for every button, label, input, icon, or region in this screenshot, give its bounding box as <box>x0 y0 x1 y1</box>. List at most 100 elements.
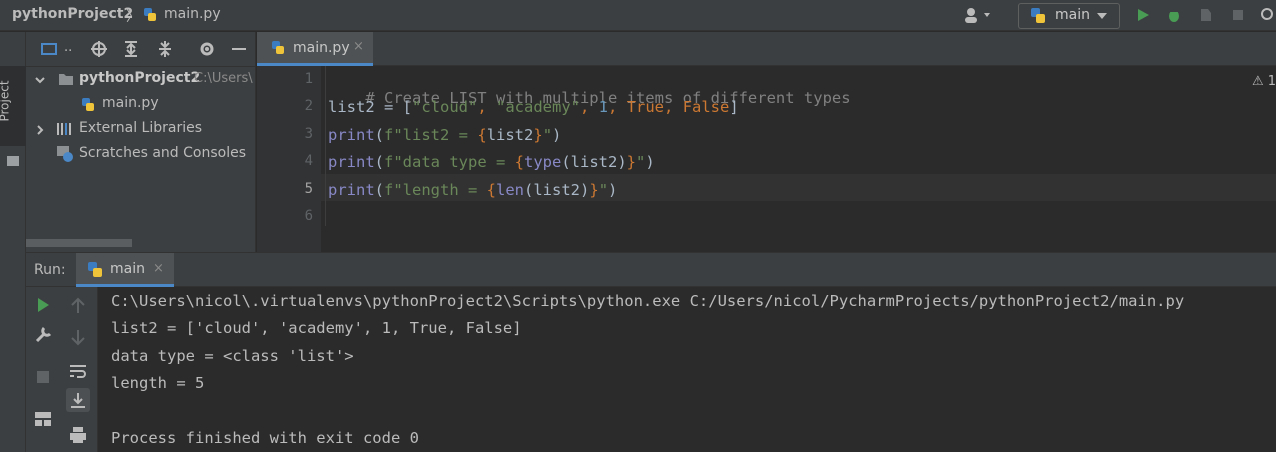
tree-item-path: C:\Users\ <box>194 71 253 86</box>
horizontal-scrollbar[interactable] <box>26 239 132 247</box>
inspection-warning-badge[interactable]: ⚠ 1 <box>1252 74 1276 89</box>
tab-main-py[interactable]: main.py × <box>257 32 373 66</box>
tree-item-label: main.py <box>102 95 159 111</box>
code-builtin: print <box>328 181 375 199</box>
tab-label: main.py <box>293 40 350 56</box>
search-icon[interactable] <box>1260 7 1276 23</box>
user-icon <box>965 8 990 23</box>
project-panel: .. pythonProject2 C:\Users\ main.py Exte… <box>26 32 256 252</box>
line-number-gutter: 1 2 3 4 5 6 <box>257 66 321 252</box>
expand-all-icon[interactable] <box>122 40 140 58</box>
soft-wrap-icon[interactable] <box>68 361 88 381</box>
scratches-icon <box>57 146 73 162</box>
line-number: 3 <box>304 126 313 142</box>
console-line: list2 = ['cloud', 'academy', 1, True, Fa… <box>111 319 522 337</box>
code-builtin: len <box>496 181 525 199</box>
navigation-bar: pythonProject2 〉 main.py main <box>0 0 1276 31</box>
code-builtin: type <box>524 153 562 171</box>
debug-icon[interactable] <box>1166 7 1182 23</box>
code-builtin: print <box>328 126 375 144</box>
code-keyword: True <box>626 98 665 116</box>
run-panel-header: Run: main × <box>26 252 1276 287</box>
locate-icon[interactable] <box>90 40 108 58</box>
code-fstring: f"length = <box>384 181 487 199</box>
tree-item-label: External Libraries <box>79 120 202 136</box>
python-file-icon <box>272 41 284 54</box>
console-line: data type = <class 'list'> <box>111 347 354 365</box>
scroll-to-end-toggle[interactable] <box>66 388 90 412</box>
layout-icon[interactable] <box>33 409 53 429</box>
breadcrumb-separator: 〉 <box>126 9 140 25</box>
run-panel-title: Run: <box>34 262 66 278</box>
python-icon <box>88 262 102 277</box>
run-configuration-label: main <box>1055 7 1090 23</box>
code-keyword: False <box>682 98 730 116</box>
stop-icon[interactable] <box>33 367 53 387</box>
view-options-icon[interactable]: .. <box>64 40 72 55</box>
coverage-icon[interactable] <box>1198 7 1214 23</box>
line-number: 6 <box>304 208 313 224</box>
arrow-up-icon[interactable] <box>68 296 88 316</box>
code-string: "academy" <box>496 98 580 116</box>
python-file-icon <box>82 98 94 111</box>
code-number: 1 <box>598 98 609 116</box>
gear-icon[interactable] <box>198 40 216 58</box>
breadcrumb-project[interactable]: pythonProject2 <box>12 6 133 22</box>
code-variable: list2 <box>486 126 534 144</box>
folder-icon <box>7 156 19 166</box>
chevron-down-icon <box>35 77 45 84</box>
project-toolbar: .. <box>26 32 256 67</box>
chevron-down-icon <box>1097 13 1107 19</box>
code-line-2: list2 = ["cloud", "academy", 1, True, Fa… <box>328 98 739 116</box>
run-console-output[interactable]: C:\Users\nicol\.virtualenvs\pythonProjec… <box>98 287 1276 452</box>
tool-window-stripe: Project <box>0 32 26 452</box>
run-toolbar-primary <box>26 287 58 452</box>
collapse-all-icon[interactable] <box>156 40 174 58</box>
stop-icon[interactable] <box>1230 7 1246 23</box>
print-icon[interactable] <box>68 425 88 445</box>
close-icon[interactable]: × <box>153 261 164 276</box>
code-variable: (list2) <box>561 153 627 171</box>
user-menu-button[interactable] <box>962 6 996 24</box>
project-view-icon[interactable] <box>40 41 58 57</box>
run-tab-main[interactable]: main × <box>76 253 174 287</box>
wrench-icon[interactable] <box>33 325 53 345</box>
minimize-icon[interactable] <box>230 40 248 58</box>
folder-icon <box>59 74 73 85</box>
python-file-icon <box>144 8 156 21</box>
breadcrumb-file[interactable]: main.py <box>164 6 221 22</box>
line-number: 5 <box>304 181 313 197</box>
code-line-3: print(f"list2 = {list2}") <box>328 126 562 144</box>
code-line-4: print(f"data type = {type(list2)}") <box>328 153 655 171</box>
console-line: C:\Users\nicol\.virtualenvs\pythonProjec… <box>111 292 1185 310</box>
chevron-right-icon <box>37 125 44 135</box>
run-toolbar-secondary <box>58 287 98 452</box>
line-number: 1 <box>304 71 313 87</box>
run-tab-label: main <box>110 261 145 277</box>
run-icon[interactable] <box>1135 7 1151 23</box>
run-configuration-select[interactable]: main <box>1018 3 1120 29</box>
line-number: 2 <box>304 98 313 114</box>
editor-tab-bar: main.py × <box>257 32 1276 66</box>
code-editor[interactable]: # Create LIST with multiple items of dif… <box>321 66 1276 252</box>
tree-item-label: Scratches and Consoles <box>79 145 246 161</box>
scroll-to-end-icon <box>71 393 85 408</box>
code-punct: , <box>580 98 599 116</box>
code-text: ] <box>729 98 739 116</box>
code-builtin: print <box>328 153 375 171</box>
code-punct: , <box>608 98 627 116</box>
project-tool-tab[interactable]: Project <box>0 66 26 166</box>
code-punct: , <box>664 98 683 116</box>
code-fstring: f"list2 = <box>384 126 478 144</box>
console-line: length = 5 <box>111 374 205 392</box>
rerun-icon[interactable] <box>33 295 53 315</box>
console-line: Process finished with exit code 0 <box>111 429 419 447</box>
code-variable: (list2) <box>524 181 590 199</box>
python-icon <box>1031 8 1045 23</box>
line-number: 4 <box>304 153 313 169</box>
tree-item-label: pythonProject2 <box>79 70 201 86</box>
project-tab-label: Project <box>0 80 12 122</box>
code-punct: , <box>477 98 496 116</box>
close-icon[interactable]: × <box>353 39 364 54</box>
arrow-down-icon[interactable] <box>68 327 88 347</box>
